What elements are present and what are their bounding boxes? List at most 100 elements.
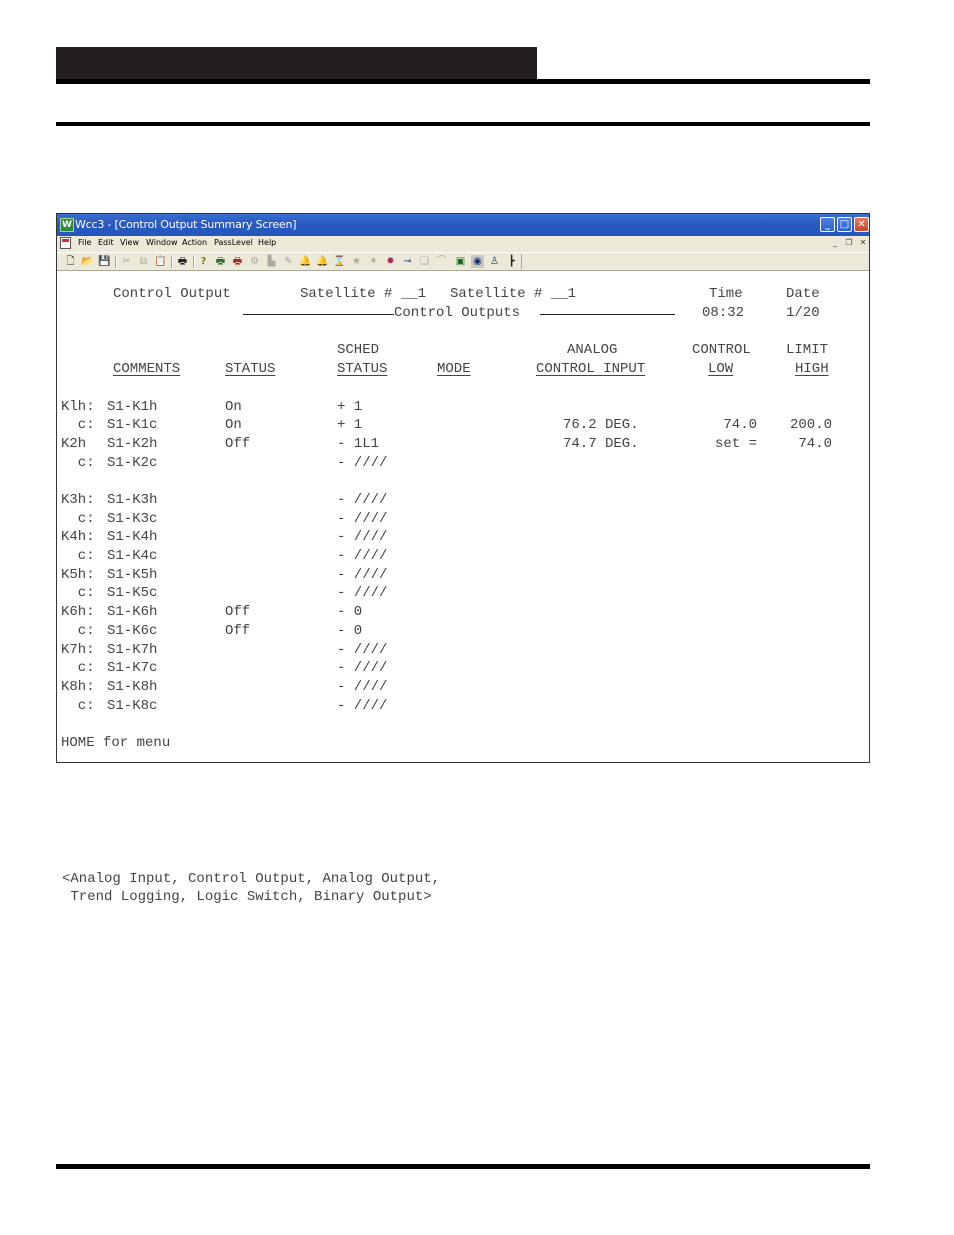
row-status: On <box>225 417 242 433</box>
row-comment: S1-K7c <box>107 660 158 676</box>
header-analog-input: CONTROL INPUT <box>536 361 646 377</box>
help-icon[interactable]: ? <box>197 255 210 268</box>
header-high: HIGH <box>795 361 829 377</box>
badge-icon[interactable]: ✹ <box>384 255 397 268</box>
mdi-restore-button[interactable]: ❐ <box>843 238 855 249</box>
row-sched-status: - 0 <box>337 604 363 620</box>
date-value: 1/20 <box>786 305 820 321</box>
document-icon[interactable] <box>60 237 71 249</box>
mdi-minimize-button[interactable]: _ <box>829 238 841 249</box>
print-red-icon[interactable]: 🖶 <box>231 255 244 268</box>
tree-icon[interactable]: ┣ <box>505 255 518 268</box>
row-id: c: <box>61 623 95 639</box>
row-comment: S1-K7h <box>107 642 158 658</box>
row-comment: S1-K2c <box>107 455 158 471</box>
row-id: c: <box>61 455 95 471</box>
header-limit-top: LIMIT <box>786 342 829 358</box>
row-sched-status: - //// <box>337 548 388 564</box>
row-sched-status: + 1 <box>337 417 363 433</box>
menu-file[interactable]: File <box>78 238 91 247</box>
menu-passlevel[interactable]: PassLevel <box>214 238 253 247</box>
satellite-label-2: Satellite # __1 <box>450 286 577 302</box>
menu-view[interactable]: View <box>120 238 139 247</box>
note-line: <Analog Input, Control Output, Analog Ou… <box>62 871 441 887</box>
print-setup-icon[interactable]: 🖶 <box>214 255 227 268</box>
time-value: 08:32 <box>702 305 745 321</box>
row-comment: S1-K6h <box>107 604 158 620</box>
folder-icon[interactable]: ▙ <box>265 255 278 268</box>
display-icon[interactable]: ▣ <box>454 255 467 268</box>
close-button[interactable]: ✕ <box>854 217 869 232</box>
header-rule <box>56 79 870 84</box>
row-sched-status: - //// <box>337 492 388 508</box>
eye-icon[interactable]: ◉ <box>471 255 484 268</box>
row-sched-status: - //// <box>337 567 388 583</box>
network-icon[interactable]: ⚙ <box>248 255 261 268</box>
row-comment: S1-K3c <box>107 511 158 527</box>
title-bar[interactable]: W Wcc3 - [Control Output Summary Screen]… <box>57 214 869 236</box>
row-comment: S1-K5c <box>107 585 158 601</box>
key-icon[interactable]: ⊸ <box>401 255 414 268</box>
menu-window[interactable]: Window <box>146 238 178 247</box>
chart-icon[interactable]: ⌒ <box>435 255 448 268</box>
row-sched-status: + 1 <box>337 399 363 415</box>
row-comment: S1-K6c <box>107 623 158 639</box>
row-id: Klh: <box>61 399 95 415</box>
row-comment: S1-K2h <box>107 436 158 452</box>
header-sched-top: SCHED <box>337 342 380 358</box>
open-icon[interactable]: 📂 <box>81 255 94 268</box>
cut-icon[interactable]: ✂ <box>120 255 133 268</box>
app-icon: W <box>60 218 74 232</box>
hourglass-icon[interactable]: ⌛ <box>333 255 346 268</box>
row-sched-status: - 1L1 <box>337 436 380 452</box>
bell-icon[interactable]: 🔔 <box>316 255 329 268</box>
row-comment: S1-K4c <box>107 548 158 564</box>
row-sched-status: - //// <box>337 511 388 527</box>
row-sched-status: - //// <box>337 642 388 658</box>
alarm-bell-icon[interactable]: 🔔 <box>299 255 312 268</box>
footer-rule <box>56 1164 870 1169</box>
row-id: c: <box>61 698 95 714</box>
sparkle-icon[interactable]: ✶ <box>367 255 380 268</box>
header-rule-lower <box>56 122 870 126</box>
date-label: Date <box>786 286 820 302</box>
row-sched-status: - //// <box>337 455 388 471</box>
save-icon[interactable]: 💾 <box>98 255 111 268</box>
screen-title: Control Output <box>113 286 231 302</box>
menu-help[interactable]: Help <box>258 238 276 247</box>
time-label: Time <box>709 286 743 302</box>
minimize-button[interactable]: _ <box>820 217 835 232</box>
copy-icon[interactable]: ⧉ <box>137 255 150 268</box>
edit-icon[interactable]: ✎ <box>282 255 295 268</box>
row-comment: S1-K1c <box>107 417 158 433</box>
terminal-screen: Control Output Satellite # __1 Satellite… <box>57 272 869 762</box>
row-comment: S1-K8h <box>107 679 158 695</box>
mdi-close-button[interactable]: ✕ <box>857 238 869 249</box>
menu-action[interactable]: Action <box>182 238 207 247</box>
star-icon[interactable]: ★ <box>350 255 363 268</box>
header-low: LOW <box>708 361 734 377</box>
row-status: Off <box>225 436 251 452</box>
section-rule-left <box>243 314 394 315</box>
row-id: K3h: <box>61 492 95 508</box>
new-icon[interactable]: 🗋 <box>64 255 77 268</box>
page-header-block <box>56 47 537 80</box>
paste-icon[interactable]: 📋 <box>154 255 167 268</box>
print-icon[interactable]: 🖶 <box>176 255 189 268</box>
maximize-button[interactable]: □ <box>837 217 852 232</box>
pages-icon[interactable]: ❏ <box>418 255 431 268</box>
toolbar-separator <box>193 256 195 268</box>
menu-edit[interactable]: Edit <box>98 238 114 247</box>
users-icon[interactable]: ♙ <box>488 255 501 268</box>
row-comment: S1-K4h <box>107 529 158 545</box>
app-window: W Wcc3 - [Control Output Summary Screen]… <box>56 213 870 763</box>
row-comment: S1-K5h <box>107 567 158 583</box>
row-comment: S1-K3h <box>107 492 158 508</box>
row-sched-status: - //// <box>337 679 388 695</box>
home-hint: HOME for menu <box>61 735 171 751</box>
row-id: c: <box>61 585 95 601</box>
row-status: Off <box>225 604 251 620</box>
row-limit-high: 200.0 <box>789 417 832 433</box>
row-control-low: set = <box>714 436 757 452</box>
header-sched-status: STATUS <box>337 361 388 377</box>
